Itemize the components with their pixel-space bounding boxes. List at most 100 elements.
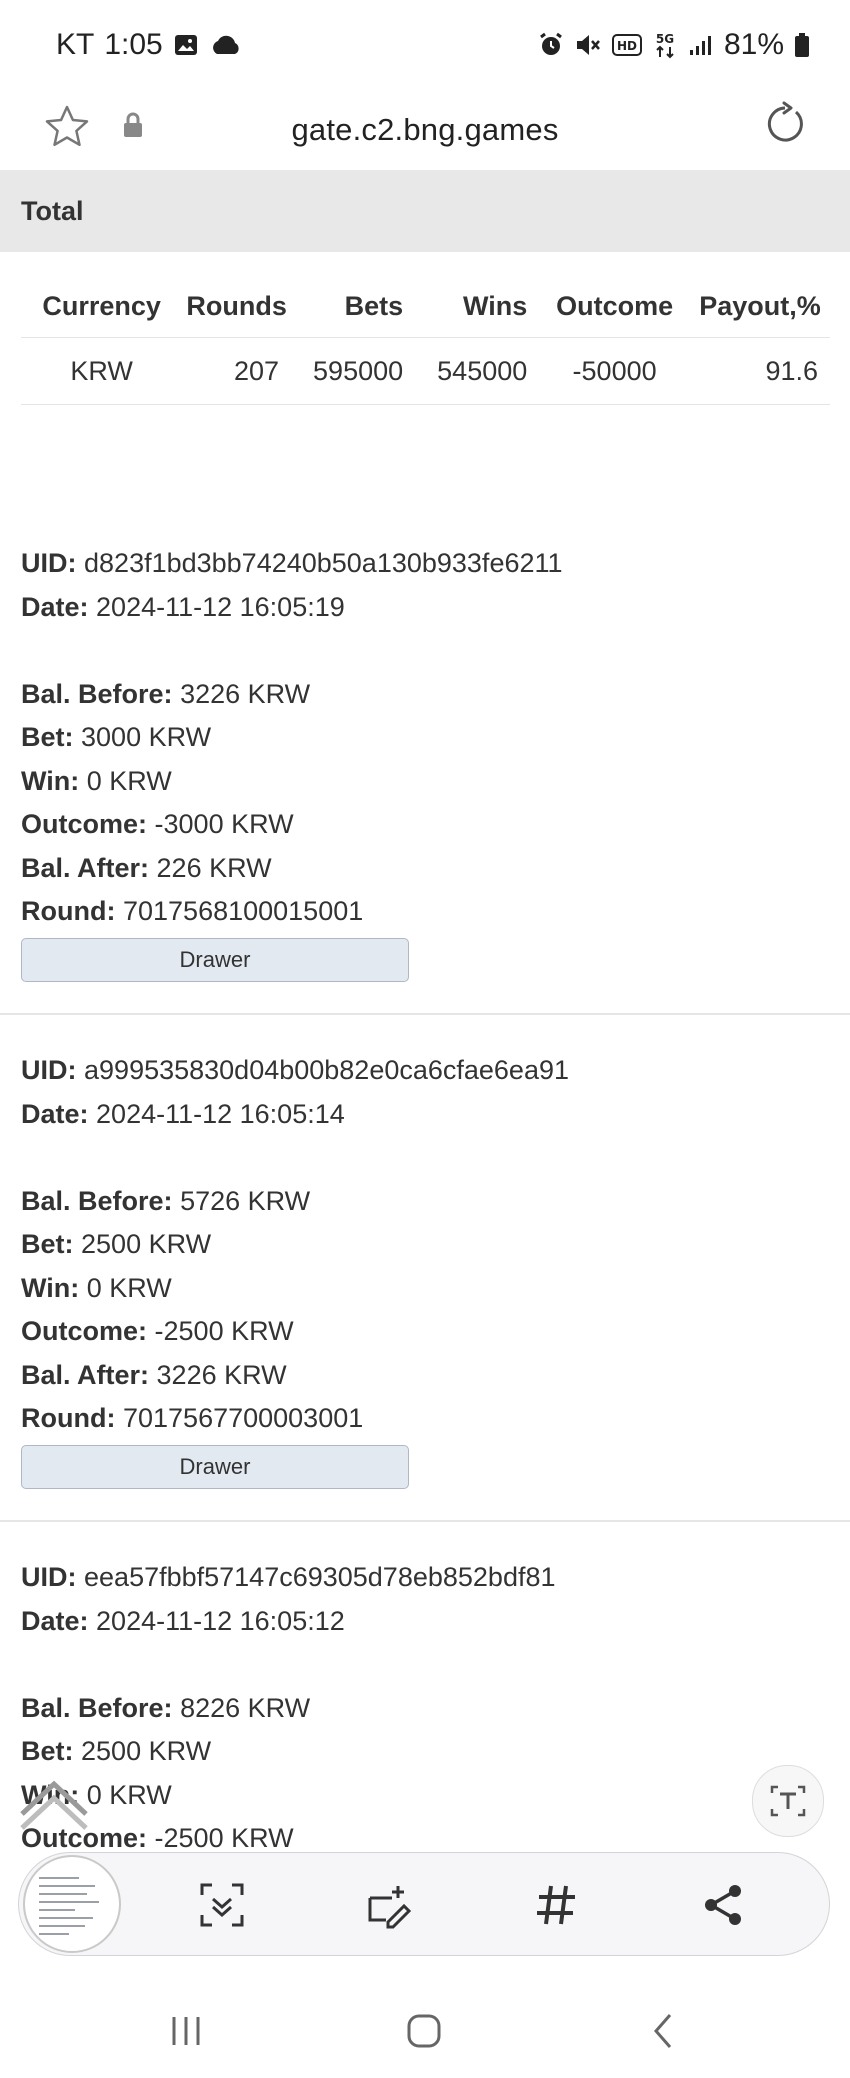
table-row: KRW 207 595000 545000 -50000 91.6 <box>21 337 830 405</box>
outcome-line: Outcome: -3000 KRW <box>21 803 830 847</box>
url-text[interactable]: gate.c2.bng.games <box>291 112 558 148</box>
round-line: Round: 7017568100015001 <box>21 890 830 934</box>
total-title: Total <box>21 195 84 226</box>
recents-icon <box>172 2017 200 2045</box>
balance-before-line: Bal. Before: 8226 KRW <box>21 1687 830 1731</box>
battery-icon <box>795 33 809 57</box>
home-button[interactable] <box>396 2003 452 2059</box>
bet-value: 2500 KRW <box>81 1229 212 1259</box>
drawer-button[interactable]: Drawer <box>21 937 409 982</box>
outcome-label: Outcome: <box>21 809 148 839</box>
bet-label: Bet: <box>21 1229 74 1259</box>
balance-after-line: Bal. After: 3226 KRW <box>21 1354 830 1398</box>
drawer-button[interactable]: Drawer <box>21 1444 409 1489</box>
extract-text-button[interactable] <box>752 1765 824 1837</box>
round-value: 7017568100015001 <box>122 896 364 926</box>
share-icon <box>705 1885 741 1925</box>
bet-label: Bet: <box>21 722 74 752</box>
uid-label: UID: <box>21 548 77 578</box>
balance-before-value: 3226 KRW <box>180 678 311 709</box>
recents-button[interactable] <box>158 2003 214 2059</box>
reload-icon[interactable] <box>760 100 810 150</box>
bet-label: Bet: <box>21 1736 74 1766</box>
url-bar[interactable]: gate.c2.bng.games <box>0 90 850 170</box>
column-header-wins: Wins <box>463 290 528 321</box>
column-header-rounds: Rounds <box>186 290 287 321</box>
uid-line: UID: d823f1bd3bb74240b50a130b933fe6211 <box>21 542 830 586</box>
total-section-header: Total <box>0 170 850 252</box>
bet-value: 2500 KRW <box>81 1736 212 1766</box>
record-divider <box>0 1520 850 1522</box>
round-label: Round: <box>21 1403 116 1433</box>
hashtag-icon <box>537 1885 575 1925</box>
totals-table: Currency Rounds Bets Wins Outcome Payout… <box>21 275 830 405</box>
balance-before-value: 8226 KRW <box>180 1692 311 1723</box>
outcome-value: -3000 KRW <box>154 809 294 839</box>
cell-outcome: -50000 <box>539 337 690 405</box>
hd-icon: HD <box>611 34 642 56</box>
home-icon <box>407 2014 441 2048</box>
hashtag-button[interactable] <box>530 1879 582 1931</box>
crop-draw-icon <box>368 1886 412 1929</box>
balance-before-label: Bal. Before: <box>21 1185 173 1216</box>
date-value: 2024-11-12 16:05:19 <box>96 591 345 622</box>
column-header-payout: Payout,% <box>699 290 821 321</box>
round-record: UID: eea57fbbf57147c69305d78eb852bdf81 D… <box>21 1556 830 1861</box>
win-label: Win: <box>21 765 80 796</box>
win-line: Win: 0 KRW <box>21 1774 830 1818</box>
cell-currency: KRW <box>21 337 183 405</box>
record-divider <box>0 1013 850 1015</box>
totals-header-row: Currency Rounds Bets Wins Outcome Payout… <box>21 275 830 338</box>
navigation-bar <box>0 1985 850 2078</box>
round-record: UID: a999535830d04b00b82e0ca6cfae6ea91 D… <box>21 1049 830 1489</box>
balance-before-line: Bal. Before: 3226 KRW <box>21 673 830 717</box>
round-line: Round: 7017567700003001 <box>21 1397 830 1441</box>
balance-after-line: Bal. After: 226 KRW <box>21 847 830 891</box>
capture-toolbar <box>18 1852 830 1956</box>
cloud-icon <box>212 35 239 54</box>
round-record: UID: d823f1bd3bb74240b50a130b933fe6211 D… <box>21 542 830 982</box>
back-button[interactable] <box>636 2003 692 2059</box>
uid-value: a999535830d04b00b82e0ca6cfae6ea91 <box>84 1055 570 1085</box>
cell-bets: 595000 <box>291 337 416 405</box>
signal-icon <box>689 36 711 55</box>
column-header-outcome: Outcome <box>556 290 674 321</box>
share-button[interactable] <box>697 1879 749 1931</box>
status-right: HD 5G 81% <box>538 28 810 62</box>
win-value: 0 KRW <box>86 765 172 796</box>
scroll-up-chevron-icon[interactable] <box>14 1770 94 1830</box>
uid-label: UID: <box>21 1055 77 1085</box>
cell-payout: 91.6 <box>689 337 830 405</box>
screenshot-thumbnail[interactable] <box>23 1855 121 1953</box>
win-value: 0 KRW <box>86 1779 172 1810</box>
outcome-line: Outcome: -2500 KRW <box>21 1310 830 1354</box>
balance-after-label: Bal. After: <box>21 1359 150 1390</box>
win-value: 0 KRW <box>86 1272 172 1303</box>
alarm-icon <box>540 32 562 55</box>
svg-text:HD: HD <box>617 39 637 53</box>
date-line: Date: 2024-11-12 16:05:19 <box>21 586 830 630</box>
battery-percent: 81% <box>723 28 784 61</box>
date-label: Date: <box>21 1605 89 1636</box>
5g-icon: 5G <box>656 32 674 59</box>
status-bar: KT 1:05 HD 5G 81% <box>0 0 850 90</box>
bet-line: Bet: 2500 KRW <box>21 1730 830 1774</box>
balance-before-label: Bal. Before: <box>21 678 173 709</box>
column-header-bets: Bets <box>344 290 404 321</box>
back-icon <box>654 2014 672 2048</box>
uid-line: UID: a999535830d04b00b82e0ca6cfae6ea91 <box>21 1049 830 1093</box>
round-label: Round: <box>21 896 116 926</box>
win-line: Win: 0 KRW <box>21 760 830 804</box>
scroll-capture-button[interactable] <box>196 1879 248 1931</box>
uid-line: UID: eea57fbbf57147c69305d78eb852bdf81 <box>21 1556 830 1600</box>
cell-rounds: 207 <box>182 337 292 405</box>
bet-line: Bet: 3000 KRW <box>21 716 830 760</box>
balance-before-label: Bal. Before: <box>21 1692 173 1723</box>
gallery-icon <box>174 35 197 55</box>
crop-draw-button[interactable] <box>363 1879 415 1931</box>
balance-after-label: Bal. After: <box>21 852 150 883</box>
win-line: Win: 0 KRW <box>21 1267 830 1311</box>
date-line: Date: 2024-11-12 16:05:14 <box>21 1093 830 1137</box>
uid-value: d823f1bd3bb74240b50a130b933fe6211 <box>84 548 563 578</box>
cell-wins: 545000 <box>415 337 540 405</box>
